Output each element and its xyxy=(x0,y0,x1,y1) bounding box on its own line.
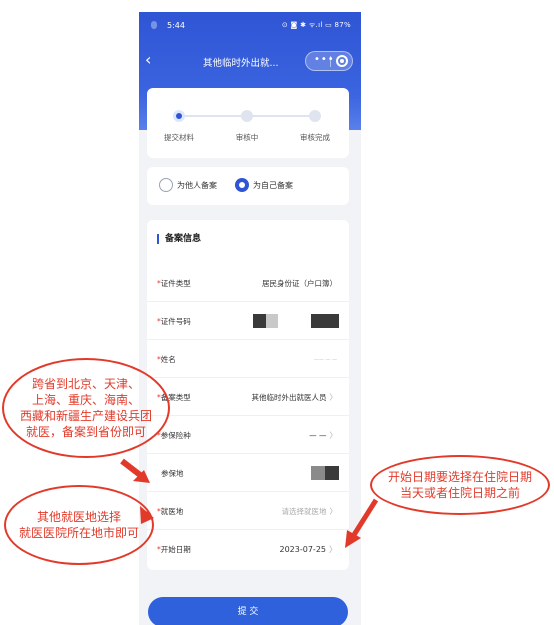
arrow-from-right xyxy=(349,498,379,540)
annotation-arrows xyxy=(120,458,379,548)
arrow-head xyxy=(140,506,154,524)
screenshot-stage: 5:44 ⊙ ◙ ✱ ᯤ.ıl ▭ 87% ‹ 其他临时外出就... ••• 提… xyxy=(0,0,554,625)
